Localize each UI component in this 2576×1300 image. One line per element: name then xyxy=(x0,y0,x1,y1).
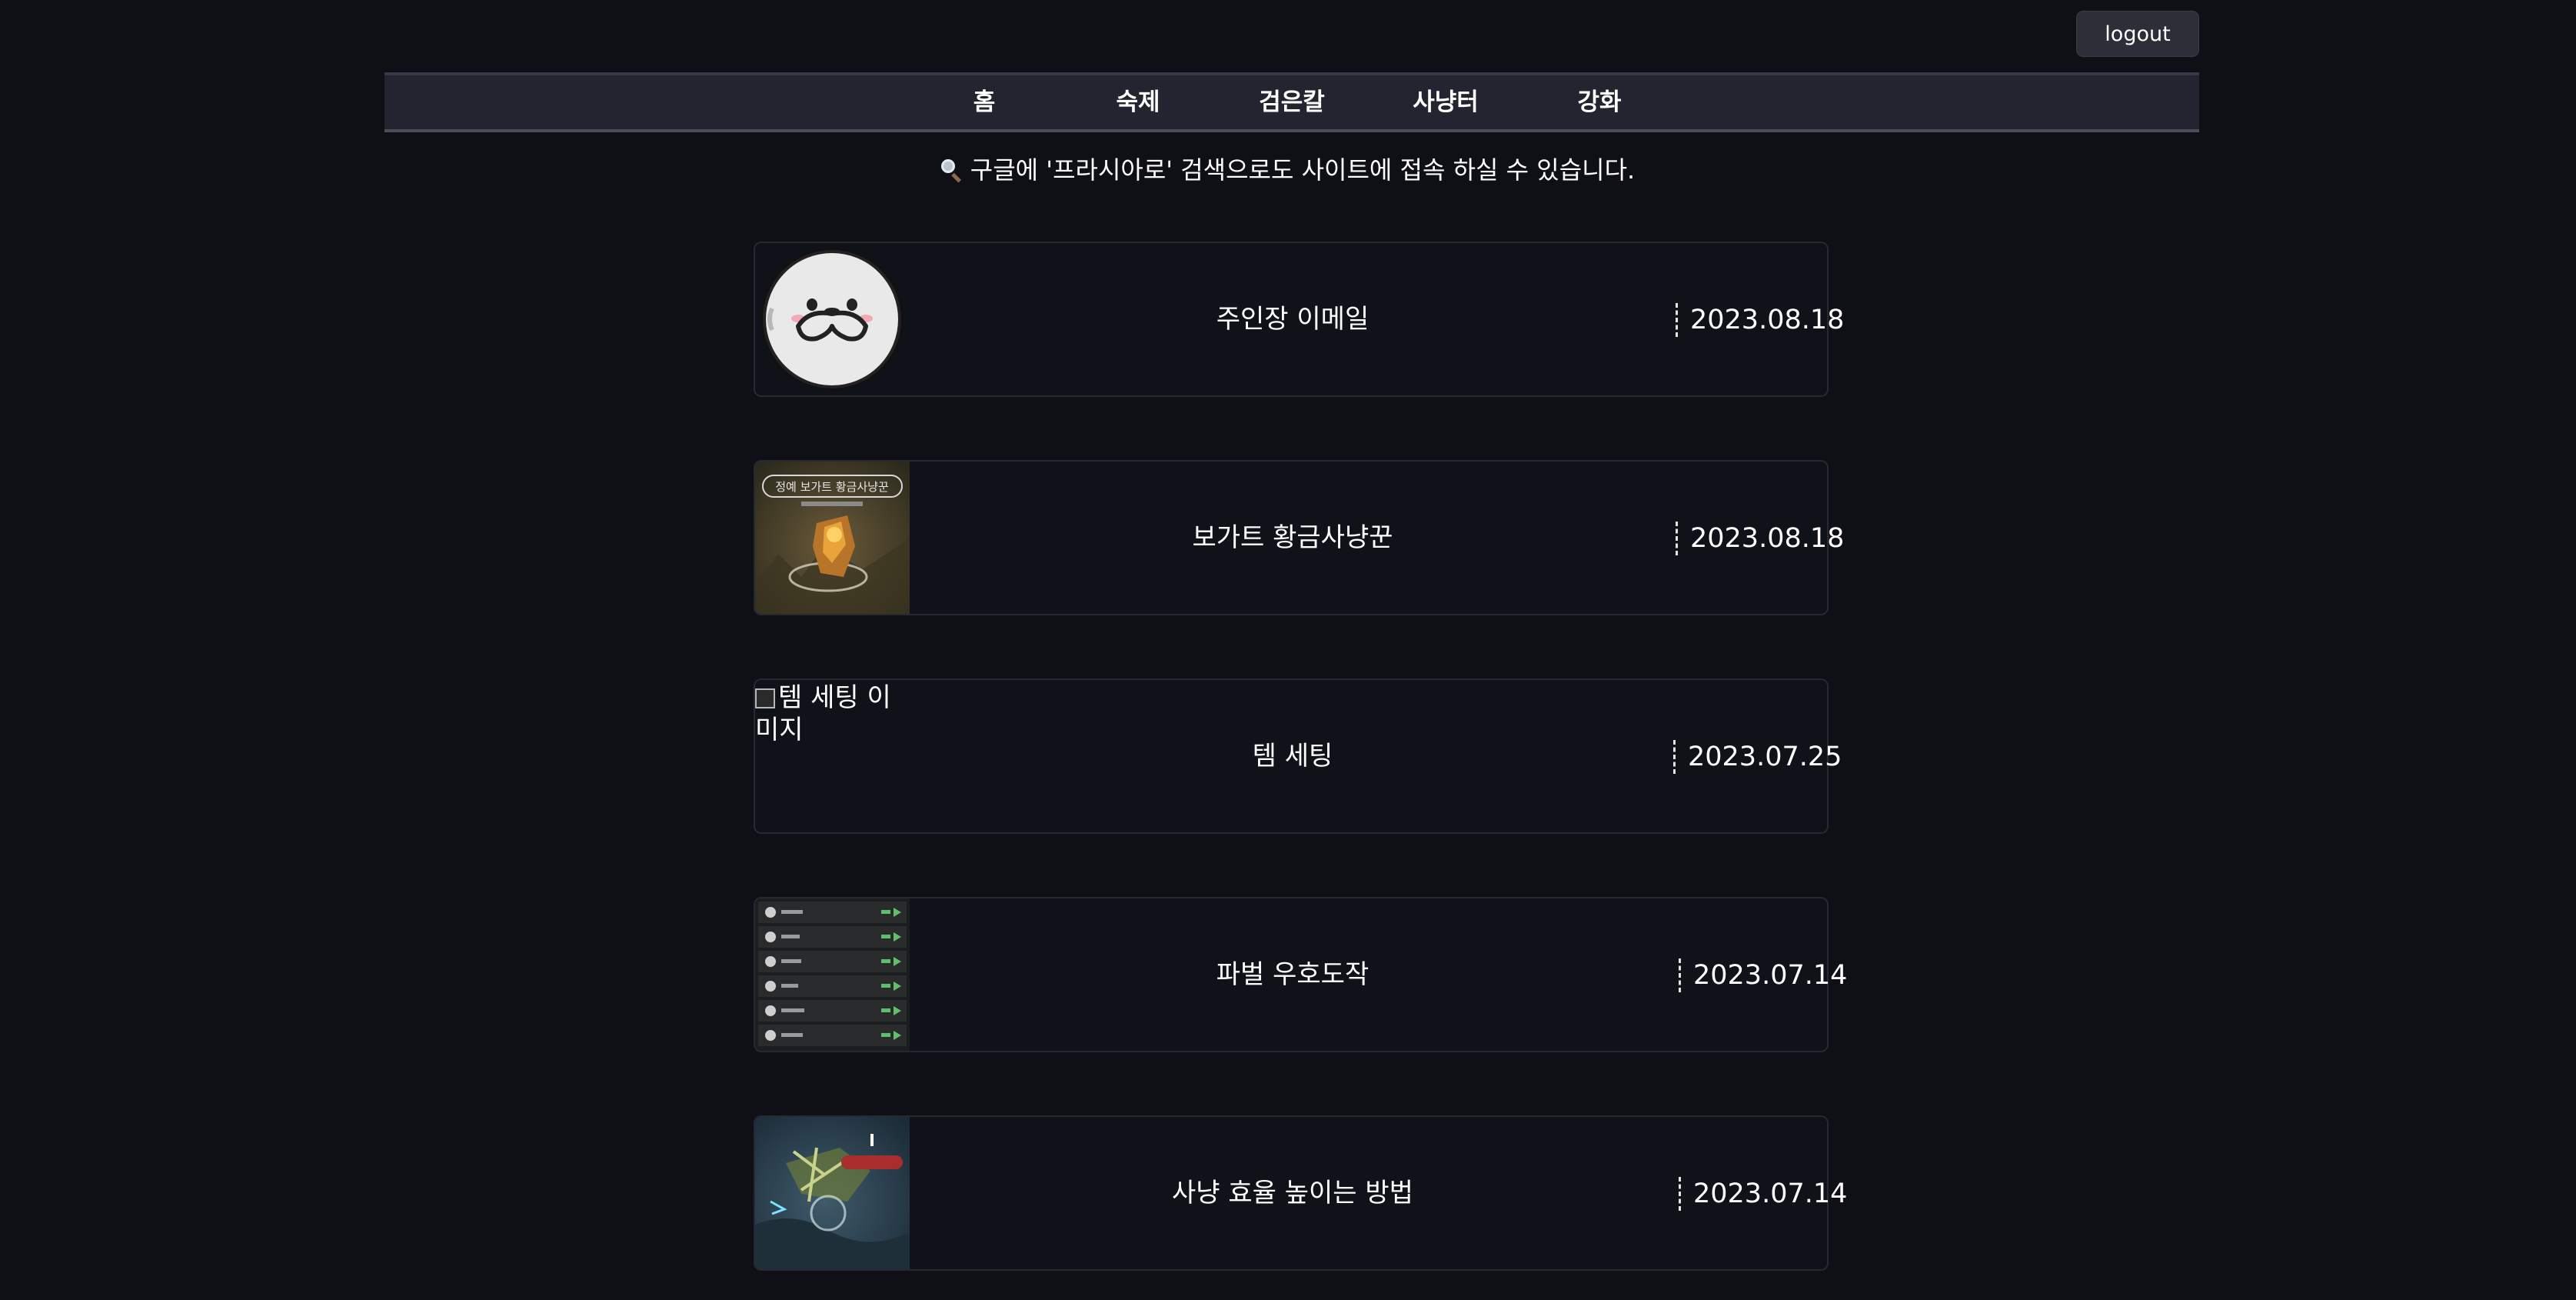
broken-image: 템 세팅 이미지 xyxy=(755,680,910,746)
magnifier-icon xyxy=(940,159,963,183)
notice-text: 구글에 '프라시아로' 검색으로도 사이트에 접속 하실 수 있습니다. xyxy=(970,155,1636,185)
post-title: 사냥 효율 높이는 방법 xyxy=(1172,1178,1413,1208)
nav-item-black-sword[interactable]: 검은칼 xyxy=(1259,75,1325,129)
post-date: 2023.07.14 xyxy=(1679,1177,1847,1211)
thumbnail-caption: 정예 보가트 황금사냥꾼 xyxy=(775,480,889,494)
page: logout 홈 숙제 검은칼 사냥터 강화 구글에 '프라시아로' 검색으로도… xyxy=(0,0,2576,1300)
mascot-avatar-icon xyxy=(755,243,910,395)
nav-item-homework[interactable]: 숙제 xyxy=(1116,75,1160,129)
post-card[interactable]: 주인장 이메일 2023.08.18 xyxy=(754,242,1844,397)
main-nav: 홈 숙제 검은칼 사냥터 강화 xyxy=(384,72,2199,132)
game-scene-image: 정예 보가트 황금사냥꾼 xyxy=(755,462,910,614)
post-thumbnail xyxy=(755,1117,910,1269)
logout-button[interactable]: logout xyxy=(2076,11,2199,57)
post-card[interactable]: 템 세팅 이미지 템 세팅 2023.07.25 xyxy=(754,678,1842,834)
nav-item-home[interactable]: 홈 xyxy=(973,75,996,129)
post-title: 템 세팅 xyxy=(1252,741,1333,772)
post-date: 2023.07.14 xyxy=(1679,958,1847,992)
game-scene-image xyxy=(755,1117,910,1269)
faction-list-image xyxy=(755,898,910,1051)
post-title: 보가트 황금사냥꾼 xyxy=(1192,522,1393,553)
post-date: 2023.08.18 xyxy=(1676,522,1844,555)
post-card[interactable]: 사냥 효율 높이는 방법 2023.07.14 xyxy=(754,1115,1847,1271)
post-title: 주인장 이메일 xyxy=(1216,304,1370,335)
post-card[interactable]: 파벌 우호도작 2023.07.14 xyxy=(754,897,1847,1052)
nav-item-enhance[interactable]: 강화 xyxy=(1577,75,1621,129)
post-title: 파벌 우호도작 xyxy=(1216,959,1370,990)
nav-item-hunting-ground[interactable]: 사냥터 xyxy=(1413,75,1479,129)
post-date: 2023.08.18 xyxy=(1676,303,1844,337)
post-thumbnail xyxy=(755,243,910,395)
image-alt-text: 템 세팅 이미지 xyxy=(755,682,891,745)
post-thumbnail: 템 세팅 이미지 xyxy=(755,680,910,832)
site-notice: 구글에 '프라시아로' 검색으로도 사이트에 접속 하실 수 있습니다. xyxy=(0,151,2576,189)
post-thumbnail xyxy=(755,898,910,1051)
post-date: 2023.07.25 xyxy=(1673,740,1842,774)
post-thumbnail: 정예 보가트 황금사냥꾼 xyxy=(755,462,910,614)
broken-image-icon xyxy=(755,688,775,708)
post-card[interactable]: 정예 보가트 황금사냥꾼 보가트 황금사냥꾼 2023.08.18 xyxy=(754,460,1844,615)
